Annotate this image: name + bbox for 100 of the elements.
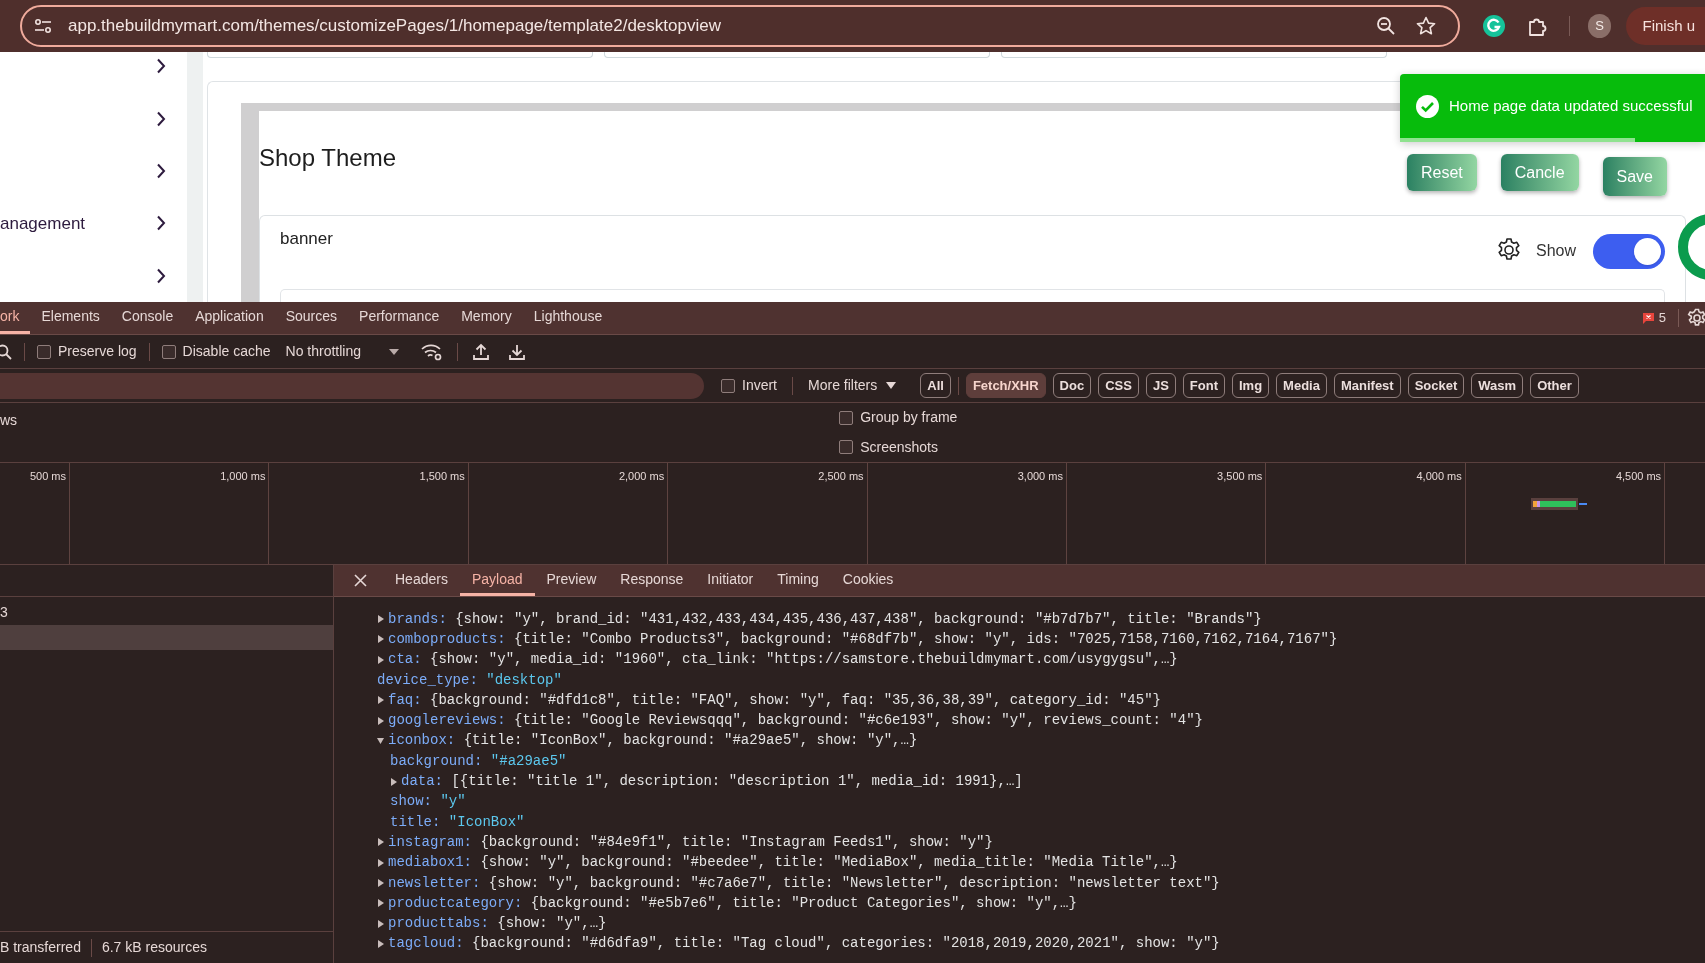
zoom-out-icon[interactable] — [1375, 16, 1396, 36]
expand-arrow-icon[interactable] — [377, 899, 384, 908]
chevron-right-icon[interactable] — [156, 267, 166, 284]
expand-arrow-icon[interactable] — [377, 615, 384, 624]
settings-icon[interactable] — [1687, 308, 1705, 328]
expand-arrow-icon[interactable] — [377, 838, 384, 847]
payload-entry[interactable]: newsletter: {show: "y", background: "#c7a6e7", title: "Newsletter", description: "newsletter text"} — [388, 872, 1220, 894]
time-tick-label: 500 ms — [29, 469, 66, 482]
filter-chip[interactable]: Img — [1231, 373, 1270, 398]
more-filters-dropdown[interactable]: More filters — [808, 375, 897, 396]
status-text: 6.7 kB resources — [101, 938, 207, 957]
filter-field[interactable] — [0, 372, 704, 399]
checkbox[interactable] — [37, 344, 51, 359]
toggle-switch[interactable] — [1593, 233, 1665, 269]
expand-arrow-icon[interactable] — [377, 879, 384, 887]
filter-chip[interactable]: Font — [1182, 373, 1225, 398]
filter-chip[interactable]: Doc — [1052, 373, 1092, 398]
payload-entry[interactable]: instagram: {background: "#84e9f1", title: "Instagram Feeds1", show: "y"} — [388, 831, 993, 853]
payload-entry[interactable]: iconbox: {title: "IconBox", background: "#a29ae5", show: "y",…} — [388, 730, 918, 752]
checkbox-label: Preserve log — [58, 342, 137, 361]
filter-chip[interactable]: Fetch/XHR — [965, 373, 1046, 398]
request-row[interactable]: 3 — [0, 600, 333, 625]
expand-arrow-icon[interactable] — [377, 716, 384, 725]
expand-arrow-icon[interactable] — [377, 858, 384, 867]
checkbox[interactable] — [161, 344, 176, 359]
filter-chip[interactable]: Manifest — [1333, 373, 1401, 398]
expand-arrow-icon[interactable] — [377, 696, 384, 705]
detail-tab[interactable]: Payload — [459, 565, 535, 596]
detail-tab[interactable]: Response — [608, 565, 696, 596]
close-icon[interactable] — [354, 574, 367, 587]
expand-arrow-icon[interactable] — [377, 939, 384, 948]
payload-entry[interactable]: cta: {show: "y", media_id: "1960", cta_link: "https://samstore.thebuildmymart.com/usygygsu",…} — [388, 649, 1178, 671]
upload-icon[interactable] — [472, 342, 490, 361]
payload-entry[interactable]: producttabs: {show: "y",…} — [388, 913, 607, 935]
tune-icon[interactable] — [34, 18, 52, 34]
search-icon[interactable] — [0, 343, 12, 360]
payload-entry[interactable]: tagcloud: {background: "#d6dfa9", title: "Tag cloud", categories: "2018,2019,2020,2021", show: "y"} — [388, 933, 1220, 955]
expand-arrow-icon[interactable] — [377, 919, 384, 928]
star-icon[interactable] — [1415, 16, 1436, 36]
filter-chip[interactable]: CSS — [1098, 373, 1139, 398]
checkbox[interactable] — [721, 378, 735, 393]
collapse-arrow-icon[interactable] — [377, 736, 384, 745]
devtools-tab[interactable]: ork — [0, 302, 31, 334]
grammar-checker-icon[interactable] — [1481, 14, 1506, 38]
devtools-tab[interactable]: Application — [184, 302, 275, 334]
checkbox[interactable] — [839, 440, 854, 455]
devtools-tab[interactable]: Memory — [450, 302, 523, 334]
filter-chip[interactable]: Socket — [1407, 373, 1465, 398]
detail-tab[interactable]: Timing — [765, 565, 831, 596]
input-field[interactable] — [604, 52, 990, 58]
issue-flag-icon[interactable] — [1641, 311, 1655, 325]
payload-entry[interactable]: faq: {background: "#dfd1c8", title: "FAQ", show: "y", faq: "35,36,38,39", category_id: "45"} — [388, 689, 1161, 711]
status-text: B transferred — [0, 938, 81, 957]
throttling-dropdown[interactable]: No throttling — [285, 341, 399, 362]
devtools-tab[interactable]: Sources — [274, 302, 349, 334]
payload-entry[interactable]: data: [{title: "title 1", description: "description 1", media_id: 1991},…] — [401, 771, 1023, 793]
wifi-settings-icon[interactable] — [421, 342, 443, 361]
checkbox-label: Group by frame — [860, 408, 958, 428]
detail-tab[interactable]: Cookies — [830, 565, 906, 596]
payload-entry[interactable]: brands: {show: "y", brand_id: "431,432,433,434,435,436,437,438", background: "#b7d7b7", title: "Brands"} — [388, 608, 1262, 630]
devtools-tab[interactable]: Performance — [348, 302, 451, 334]
expand-arrow-icon[interactable] — [377, 635, 384, 644]
chevron-right-icon[interactable] — [156, 58, 166, 75]
payload-entry[interactable]: comboproducts: {title: "Combo Products3", background: "#68df7b", show: "y", ids: "7025,7158,7160,7162,7164,7167"} — [388, 628, 1338, 650]
expand-arrow-icon[interactable] — [390, 777, 397, 786]
request-bar-drawing[interactable] — [1531, 498, 1587, 510]
checkbox[interactable] — [839, 410, 854, 425]
issue-count[interactable]: 5 — [1658, 308, 1666, 328]
devtools-tab[interactable]: Lighthouse — [522, 302, 614, 334]
filter-chip[interactable]: Other — [1530, 373, 1579, 398]
settings-icon[interactable] — [1495, 237, 1522, 263]
devtools-tab[interactable]: Console — [110, 302, 185, 334]
payload-entry[interactable]: productcategory: {background: "#e5b7e6", title: "Product Categories", show: "y",…} — [388, 892, 1077, 914]
payload-entry: show: "y" — [390, 792, 466, 812]
filter-chip[interactable]: Media — [1276, 373, 1327, 398]
finish-update-button[interactable]: Finish u — [1626, 7, 1705, 45]
detail-tab[interactable]: Preview — [534, 565, 609, 596]
filter-chip[interactable]: Wasm — [1471, 373, 1524, 398]
chevron-right-icon[interactable] — [156, 215, 166, 232]
checkbox-label: Invert — [742, 376, 777, 395]
profile-avatar[interactable]: S — [1587, 14, 1612, 38]
input-field[interactable] — [1001, 52, 1387, 58]
show-label: Show — [1535, 241, 1576, 261]
input-field[interactable] — [207, 52, 593, 58]
payload-entry[interactable]: mediabox1: {show: "y", background: "#beedee", title: "MediaBox", media_title: "Media Title",…} — [388, 852, 1178, 874]
chevron-right-icon[interactable] — [156, 110, 166, 127]
detail-tab[interactable]: Initiator — [695, 565, 766, 596]
filter-chip[interactable]: All — [920, 373, 951, 398]
chevron-right-icon[interactable] — [156, 163, 166, 179]
payload-entry[interactable]: googlereviews: {title: "Google Reviewsqqq", background: "#c6e193", show: "y", reviews_count: "4"} — [388, 710, 1203, 732]
page-title: Shop Theme — [259, 143, 396, 173]
expand-arrow-icon[interactable] — [377, 655, 384, 664]
time-tick-label: 1,000 ms — [220, 469, 266, 482]
filter-chip[interactable]: JS — [1145, 373, 1176, 398]
time-tick-label: 3,000 ms — [1017, 469, 1063, 482]
sidebar-item[interactable]: anagement — [0, 210, 86, 237]
address-bar[interactable]: app.thebuildmymart.com/themes/customizePages/1/homepage/template2/desktopview — [20, 5, 1460, 47]
download-icon[interactable] — [508, 342, 526, 361]
detail-tab[interactable]: Headers — [383, 565, 460, 596]
devtools-tab[interactable]: Elements — [30, 302, 111, 334]
